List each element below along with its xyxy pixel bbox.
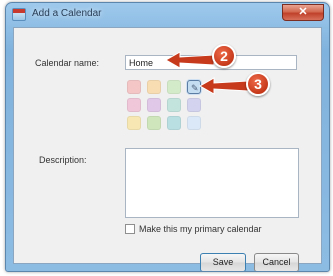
dialog-body: Calendar name: Home ✎ Description: Make … (13, 27, 322, 271)
color-swatch[interactable] (187, 116, 201, 130)
close-button[interactable]: ✕ (282, 4, 324, 21)
add-calendar-dialog: Add a Calendar ✕ Calendar name: Home ✎ D… (5, 2, 330, 272)
color-swatch[interactable] (127, 98, 141, 112)
selected-color-swatch[interactable]: ✎ (187, 80, 201, 94)
color-swatch[interactable] (147, 98, 161, 112)
calendar-app-icon (12, 8, 26, 21)
callout-badge-2: 2 (212, 44, 236, 68)
primary-calendar-checkbox[interactable] (125, 224, 135, 234)
color-swatch[interactable] (167, 98, 181, 112)
color-picker: ✎ (127, 80, 227, 132)
save-button[interactable]: Save (200, 253, 246, 271)
description-textarea[interactable] (125, 148, 299, 218)
color-swatch[interactable] (147, 116, 161, 130)
color-swatch[interactable] (167, 116, 181, 130)
title-bar[interactable]: Add a Calendar ✕ (6, 3, 329, 27)
color-swatch[interactable] (127, 116, 141, 130)
color-swatch[interactable] (167, 80, 181, 94)
cancel-button[interactable]: Cancel (254, 253, 299, 271)
primary-calendar-label[interactable]: Make this my primary calendar (139, 224, 262, 234)
color-swatch[interactable] (147, 80, 161, 94)
pencil-icon: ✎ (191, 83, 199, 93)
description-label: Description: (39, 155, 87, 165)
color-swatch[interactable] (127, 80, 141, 94)
color-swatch[interactable] (187, 98, 201, 112)
callout-badge-3: 3 (246, 72, 270, 96)
window-title: Add a Calendar (32, 8, 102, 19)
calendar-name-input[interactable]: Home (125, 55, 297, 70)
calendar-name-label: Calendar name: (35, 58, 100, 68)
